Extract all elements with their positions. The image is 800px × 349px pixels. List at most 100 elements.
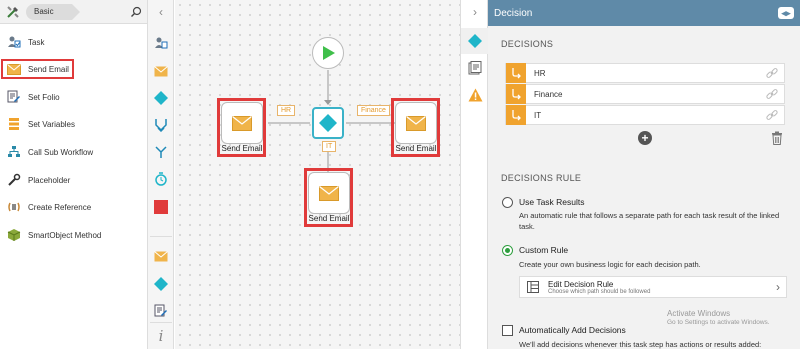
folio-icon <box>6 89 22 105</box>
info-icon[interactable]: i <box>153 327 169 345</box>
play-icon <box>323 46 335 60</box>
activation-watermark-text: Go to Settings to activate Windows. <box>667 319 770 326</box>
collapse-left-icon[interactable]: ‹ <box>155 6 167 18</box>
envelope-icon[interactable] <box>153 63 169 79</box>
decisions-rule-heading: DECISIONS RULE <box>501 173 582 183</box>
tool-placeholder[interactable]: Placeholder <box>3 170 70 190</box>
decision-branch-icon <box>506 105 526 125</box>
tool-label: Call Sub Workflow <box>28 147 94 157</box>
send-email-node-finance[interactable] <box>395 102 437 144</box>
decision-branch-icon <box>506 63 526 83</box>
divider <box>150 236 172 237</box>
category-breadcrumb[interactable]: Basic <box>26 3 80 20</box>
line-label-finance[interactable]: Finance <box>357 105 390 116</box>
envelope-icon <box>232 115 252 131</box>
tool-label: Set Folio <box>28 92 60 102</box>
collapse-panel-icon[interactable]: ◂▸ <box>778 7 794 19</box>
tool-send-email[interactable]: Send Email <box>1 59 74 79</box>
reference-icon <box>6 199 22 215</box>
decision-icon[interactable] <box>153 90 169 106</box>
sub-workflow-icon <box>6 144 22 160</box>
edit-rule-title: Edit Decision Rule <box>548 279 614 289</box>
link-icon[interactable] <box>764 107 780 123</box>
use-task-results-desc: An automatic rule that follows a separat… <box>519 211 780 231</box>
envelope-icon <box>6 61 22 77</box>
merge-icon[interactable] <box>153 117 169 133</box>
tool-label: Set Variables <box>28 119 75 129</box>
properties-tab-icon[interactable] <box>467 60 483 76</box>
decision-properties-panel: Decision ◂▸ DECISIONS HR Finance IT + DE… <box>488 0 800 349</box>
toolbox-header: Basic <box>0 0 147 24</box>
tool-label: Placeholder <box>28 175 71 185</box>
use-task-results-radio[interactable] <box>502 197 513 208</box>
link-icon[interactable] <box>764 86 780 102</box>
timer-icon[interactable] <box>153 171 169 187</box>
tool-task[interactable]: Task <box>3 32 44 52</box>
workflow-canvas[interactable]: Send Email Send Email Send Email HR Fina… <box>175 0 460 349</box>
custom-rule-radio[interactable] <box>502 245 513 256</box>
envelope-icon[interactable] <box>153 248 169 264</box>
decision-icon[interactable] <box>153 276 169 292</box>
folio-icon[interactable] <box>153 303 169 319</box>
tool-label: Send Email <box>28 64 69 74</box>
send-email-node-hr[interactable] <box>221 102 263 144</box>
decision-row[interactable]: Finance <box>505 84 785 104</box>
activation-watermark-title: Activate Windows <box>667 309 731 318</box>
node-label: Send Email <box>308 214 350 223</box>
split-icon[interactable] <box>153 144 169 160</box>
decision-node[interactable] <box>312 107 344 139</box>
decision-icon <box>319 114 337 132</box>
trash-icon[interactable] <box>771 131 783 145</box>
tool-create-reference[interactable]: Create Reference <box>3 197 91 217</box>
tools-icon[interactable] <box>4 4 22 20</box>
property-tabs-strip: › <box>460 0 489 349</box>
toolbox-panel: Basic Task Send Email Set Folio Set Vari… <box>0 0 148 349</box>
link-icon[interactable] <box>764 65 780 81</box>
tool-label: Create Reference <box>28 202 92 212</box>
custom-rule-label: Custom Rule <box>519 245 569 255</box>
quick-tool-column: ‹ i <box>148 0 174 349</box>
decision-row[interactable]: IT <box>505 105 785 125</box>
decision-row[interactable]: HR <box>505 63 785 83</box>
auto-add-decisions-checkbox[interactable] <box>502 325 513 336</box>
decision-name: HR <box>534 68 546 78</box>
tool-label: SmartObject Method <box>28 230 102 240</box>
decisions-heading: DECISIONS <box>501 39 554 49</box>
edit-decision-rule-button[interactable]: Edit Decision Rule Choose which path sho… <box>519 276 787 298</box>
tool-label: Task <box>28 37 45 47</box>
tool-call-sub-workflow[interactable]: Call Sub Workflow <box>3 142 93 162</box>
end-icon[interactable] <box>153 199 169 215</box>
envelope-icon <box>319 185 339 201</box>
collapse-right-icon[interactable]: › <box>469 6 481 18</box>
add-decision-button[interactable]: + <box>638 131 652 145</box>
variables-icon <box>6 116 22 132</box>
envelope-icon <box>406 115 426 131</box>
tool-smartobject-method[interactable]: SmartObject Method <box>3 225 101 245</box>
line-label-hr[interactable]: HR <box>277 105 296 116</box>
custom-rule-desc: Create your own business logic for each … <box>519 260 701 269</box>
decision-name: IT <box>534 110 542 120</box>
line-label-it[interactable]: IT <box>322 141 337 152</box>
tool-set-folio[interactable]: Set Folio <box>3 87 60 107</box>
tool-set-variables[interactable]: Set Variables <box>3 114 75 134</box>
smartobject-icon <box>6 227 22 243</box>
start-node[interactable] <box>312 37 344 69</box>
node-label: Send Email <box>395 144 437 153</box>
decision-branch-icon <box>506 84 526 104</box>
decision-name: Finance <box>534 89 563 99</box>
decision-tab-icon[interactable] <box>467 33 483 49</box>
panel-title: Decision <box>494 7 533 19</box>
task-icon <box>6 34 22 50</box>
search-icon[interactable] <box>129 5 143 19</box>
divider <box>150 322 172 323</box>
wrench-icon <box>6 172 22 188</box>
rule-icon <box>526 280 540 294</box>
warning-icon[interactable] <box>467 87 483 103</box>
auto-add-decisions-label: Automatically Add Decisions <box>519 325 626 335</box>
chevron-right-icon: › <box>776 280 780 294</box>
edit-rule-subtitle: Choose which path should be followed <box>548 288 651 295</box>
send-email-node-it[interactable] <box>308 172 350 214</box>
use-task-results-label: Use Task Results <box>519 197 585 207</box>
auto-add-decisions-desc: We'll add decisions whenever this task s… <box>519 340 762 349</box>
task-icon[interactable] <box>153 35 169 51</box>
